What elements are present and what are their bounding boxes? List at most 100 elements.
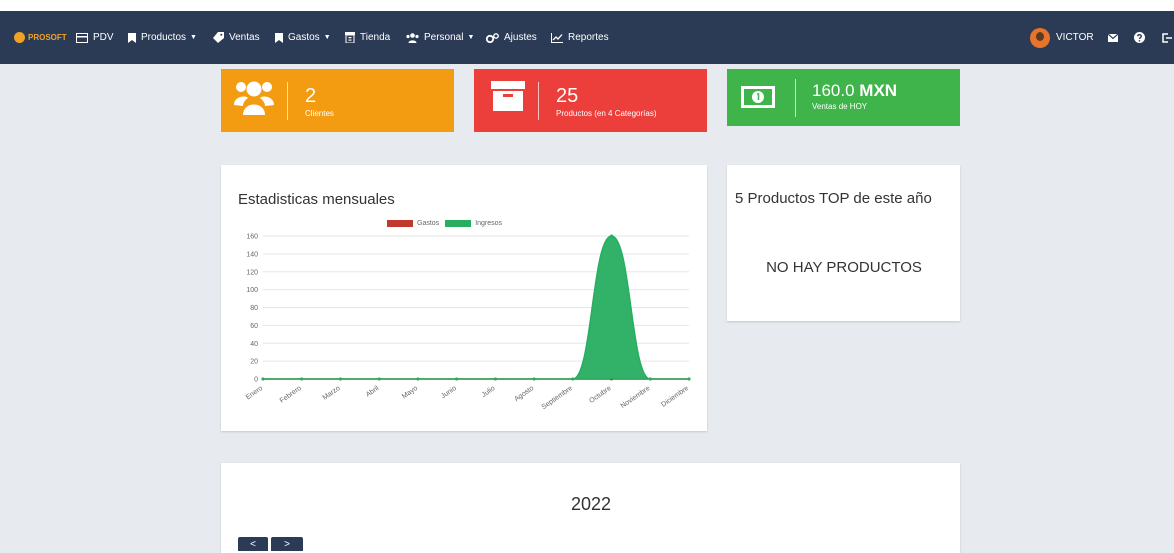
x-tick-label: Enero [245,385,264,402]
nav-ventas-label: Ventas [229,32,260,43]
brand-logo[interactable]: PROSOFT [14,11,67,64]
data-point-ingresos [648,377,652,381]
data-point-ingresos [377,377,381,381]
nav-reportes-label: Reportes [568,32,609,43]
y-tick-label: 60 [250,323,258,330]
y-tick-label: 80 [250,305,258,312]
y-tick-label: 40 [250,341,258,348]
y-tick-label: 140 [246,251,258,258]
stat-value: 25 [556,85,579,107]
stat-card-ventas[interactable]: 160.0 MXN Ventas de HOY [727,69,960,126]
x-tick-label: Agosto [513,385,535,403]
data-point-ingresos [532,377,536,381]
stat-value: 2 [305,85,317,107]
navbar: PROSOFT PDV Productos ▼ Ventas Gastos ▼ Ti… [0,11,1174,64]
logout-button[interactable] [1162,11,1174,64]
data-point-ingresos [338,377,342,381]
top-strip [0,0,1174,11]
nav-ajustes[interactable]: Ajustes [486,11,537,64]
stat-value-number: 160.0 [812,81,855,100]
bookmark-icon [128,32,136,43]
nav-pdv[interactable]: PDV [76,11,114,64]
year-title: 2022 [570,494,612,514]
nav-pdv-label: PDV [93,32,114,43]
nav-personal-label: Personal [424,32,464,43]
brand-coin-icon [14,32,25,43]
y-tick-label: 100 [246,287,258,294]
nav-ventas[interactable]: Ventas [213,11,260,64]
users-icon [406,32,419,43]
y-tick-label: 160 [246,234,258,241]
chevron-down-icon: ▼ [190,34,197,41]
nav-gastos-label: Gastos [288,32,320,43]
data-point-ingresos [261,377,265,381]
x-tick-label: Febrero [279,385,303,405]
x-tick-label: Junio [440,385,458,400]
data-point-ingresos [455,377,459,381]
data-point-ingresos [416,377,420,381]
monthly-chart: 0 20 40 60 80 100 120 140 160 Enero Febrero Marzo Ab… [245,234,691,411]
stat-label: Ventas de HOY [812,102,868,111]
line-chart-icon [551,32,563,43]
stat-card-productos[interactable]: 25 Productos (en 4 Categorías) [474,69,707,132]
gears-icon [486,32,499,43]
stat-label: Clientes [305,109,334,118]
help-button[interactable] [1134,11,1150,64]
avatar [1030,27,1050,48]
x-tick-label: Marzo [322,385,342,402]
tag-icon [213,32,224,43]
x-tick-label: Julio [481,385,497,399]
next-year-button[interactable]: > [271,537,303,551]
user-name: VICTOR [1056,32,1094,43]
x-tick-label: Septiembre [541,385,574,411]
data-point-ingresos [687,377,691,381]
stat-card-clientes[interactable]: 2 Clientes [221,69,454,132]
chevron-down-icon: ▼ [467,34,475,41]
chevron-down-icon: ▼ [323,34,331,41]
nav-gastos[interactable]: Gastos ▼ [275,11,331,64]
stat-divider [287,82,288,120]
x-tick-label: Octubre [588,385,612,405]
top-products-panel: 5 Productos TOP de este año NO HAY PRODU… [727,165,960,321]
stat-divider [795,79,796,117]
nav-tienda-label: Tienda [360,32,391,43]
monthly-stats-panel: Estadisticas mensuales Gastos Ingresos 0… [221,165,707,431]
prev-year-button[interactable]: < [238,537,268,551]
nav-personal[interactable]: Personal ▼ [406,11,474,64]
nav-productos-label: Productos [141,32,187,43]
stat-label: Productos (en 4 Categorías) [556,109,657,118]
x-tick-label: Diciembre [660,385,690,409]
empty-message: NO HAY PRODUCTOS [766,259,922,276]
help-icon [1134,32,1145,43]
pos-icon [76,32,88,43]
stat-divider [538,82,539,120]
nav-productos[interactable]: Productos ▼ [128,11,197,64]
brand-name: PROSOFT [28,33,67,42]
stat-value: 160.0 MXN [812,81,897,101]
money-icon [741,86,775,108]
users-icon [234,81,274,115]
data-point-ingresos [493,377,497,381]
x-tick-label: Mayo [401,385,419,401]
x-tick-label: Abril [365,385,381,399]
data-point-ingresos [300,377,304,381]
year-panel: 2022 < > [221,463,960,553]
y-tick-label: 20 [250,359,258,366]
data-point-ingresos [610,234,614,238]
nav-ajustes-label: Ajustes [504,32,537,43]
y-tick-label: 0 [254,377,258,384]
store-icon [345,32,355,43]
data-point-ingresos [571,377,575,381]
x-tick-label: Noviembre [620,385,652,410]
y-tick-label: 120 [246,269,258,276]
panel-title: 5 Productos TOP de este año [735,190,932,207]
logout-icon [1162,32,1172,43]
messages-button[interactable] [1108,11,1123,64]
stat-value-unit: MXN [859,81,898,100]
archive-icon [491,81,525,111]
nav-reportes[interactable]: Reportes [551,11,609,64]
user-menu[interactable]: VICTOR [1030,11,1094,64]
nav-tienda[interactable]: Tienda [345,11,390,64]
bookmark-icon [275,32,283,43]
envelope-icon [1108,33,1118,42]
